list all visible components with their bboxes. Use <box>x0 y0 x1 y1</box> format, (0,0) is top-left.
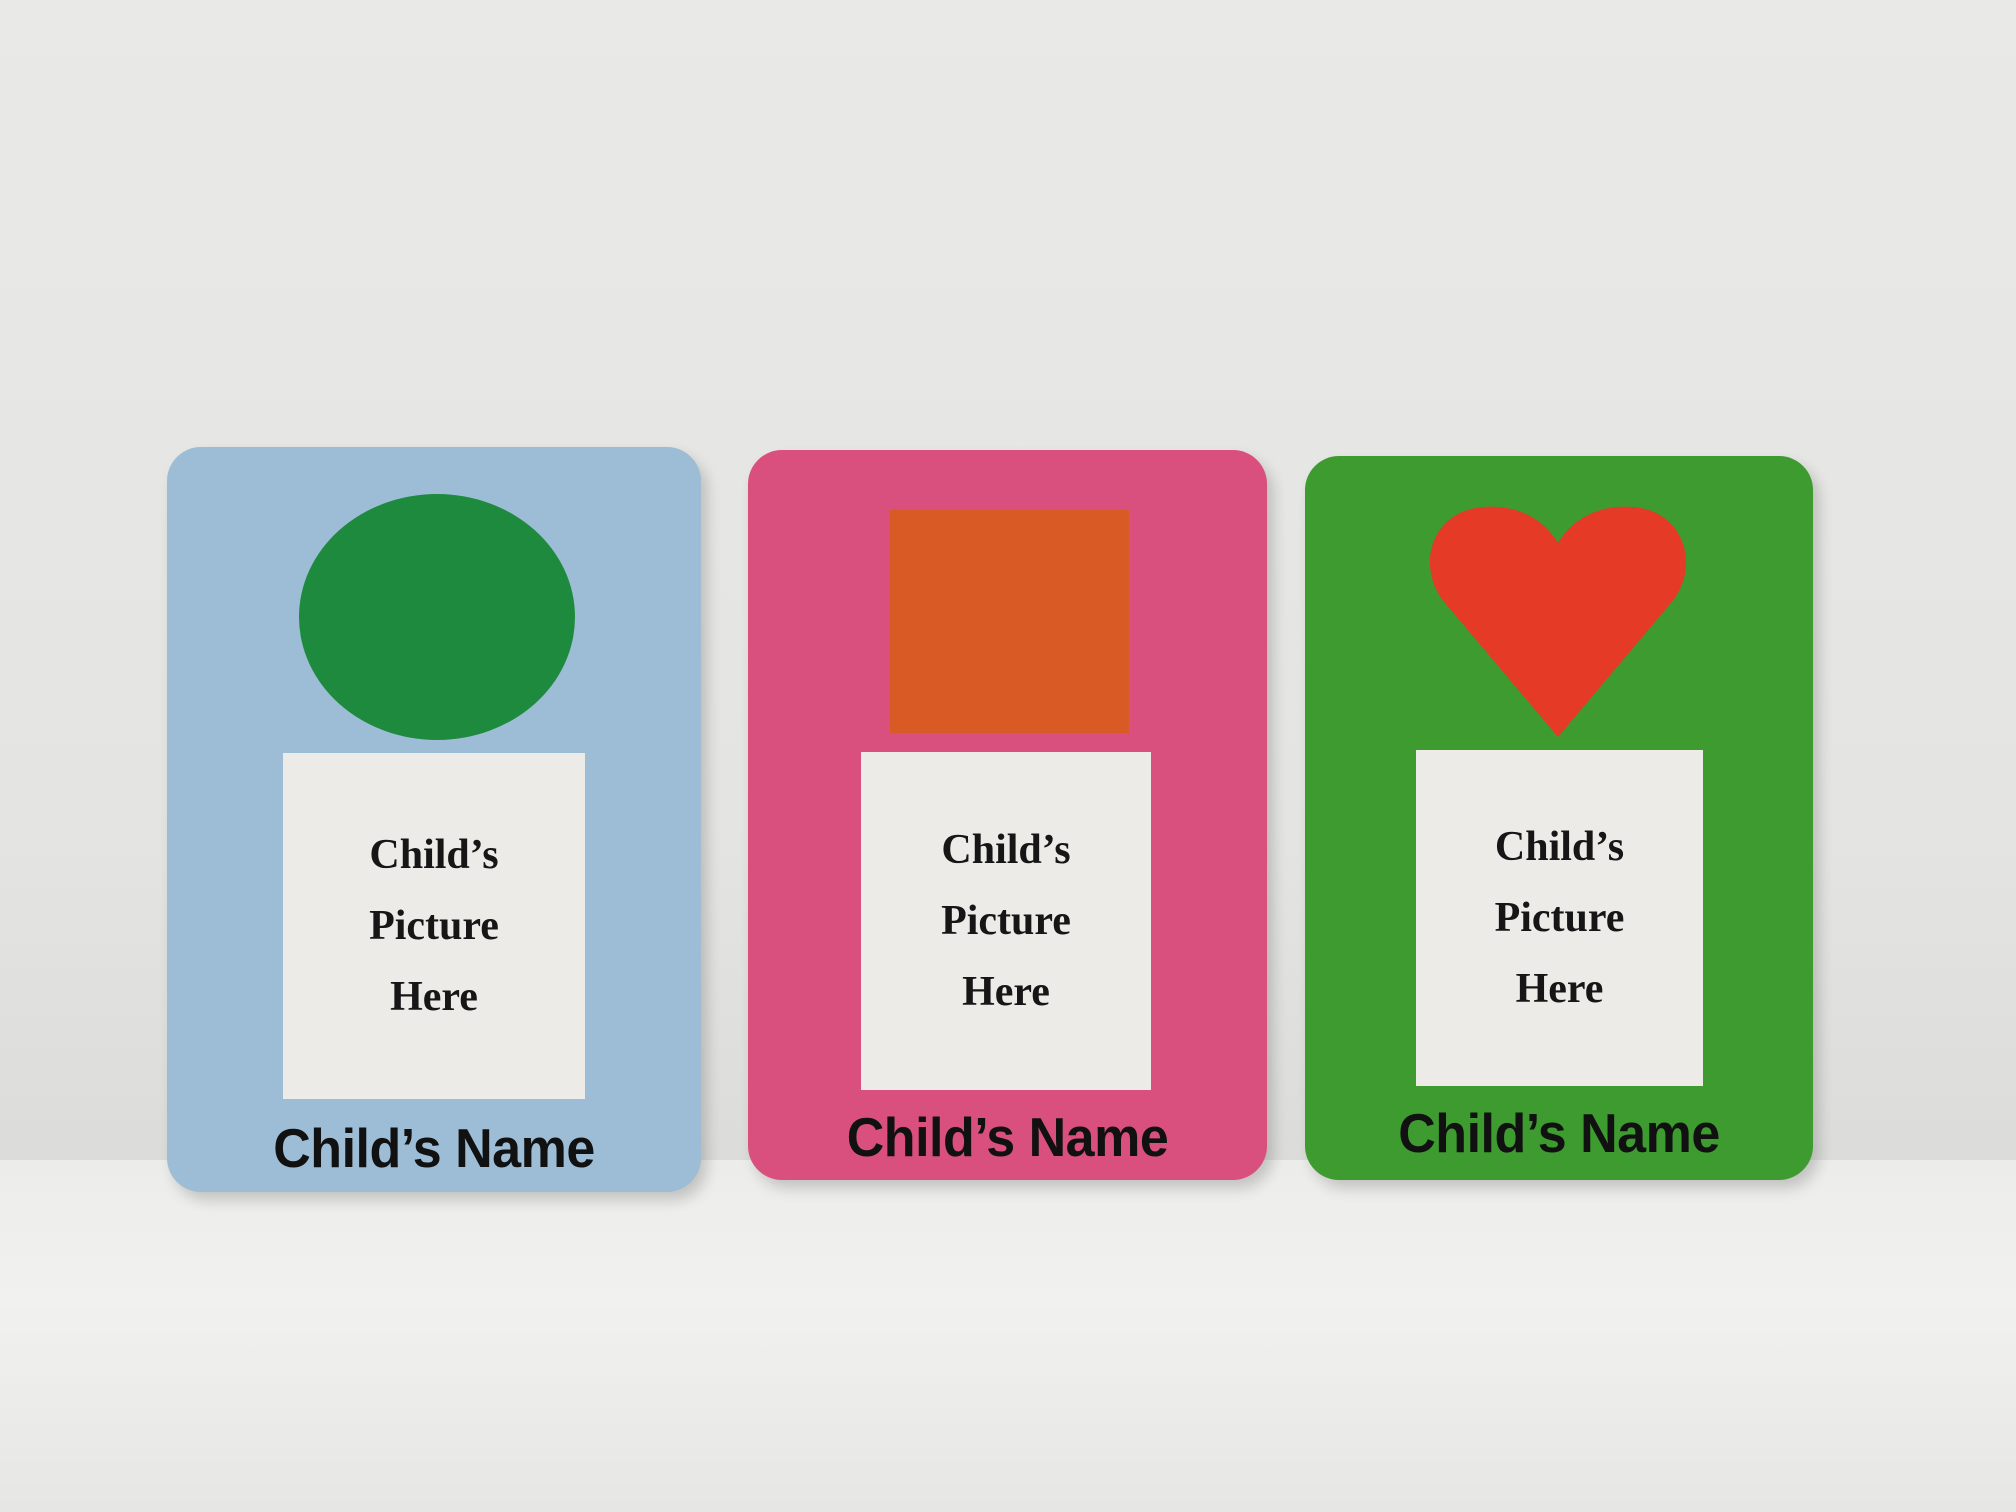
name-card-blue: Child’s Picture Here Child’s Name <box>167 447 701 1192</box>
picture-text-line: Picture <box>369 902 499 949</box>
picture-text-line: Child’s <box>369 831 499 878</box>
picture-placeholder: Child’s Picture Here <box>861 752 1151 1090</box>
name-card-pink: Child’s Picture Here Child’s Name <box>748 450 1267 1180</box>
name-card-green: Child’s Picture Here Child’s Name <box>1305 456 1813 1180</box>
circle-shape <box>299 494 575 740</box>
picture-text-line: Here <box>390 973 478 1020</box>
child-name-label: Child’s Name <box>846 1107 1169 1169</box>
picture-text-line: Here <box>1515 965 1604 1012</box>
child-name-label: Child’s Name <box>273 1118 595 1180</box>
picture-text-line: Here <box>962 968 1050 1015</box>
table-surface <box>0 1160 2016 1512</box>
picture-placeholder: Child’s Picture Here <box>1416 750 1703 1086</box>
picture-text-line: Picture <box>1494 894 1625 941</box>
picture-text-line: Child’s <box>941 826 1071 873</box>
picture-placeholder: Child’s Picture Here <box>283 753 585 1099</box>
heart-shape <box>1429 506 1687 737</box>
square-shape <box>890 510 1129 733</box>
child-name-label: Child’s Name <box>1398 1103 1720 1165</box>
picture-text-line: Picture <box>941 897 1071 944</box>
picture-text-line: Child’s <box>1494 823 1625 870</box>
